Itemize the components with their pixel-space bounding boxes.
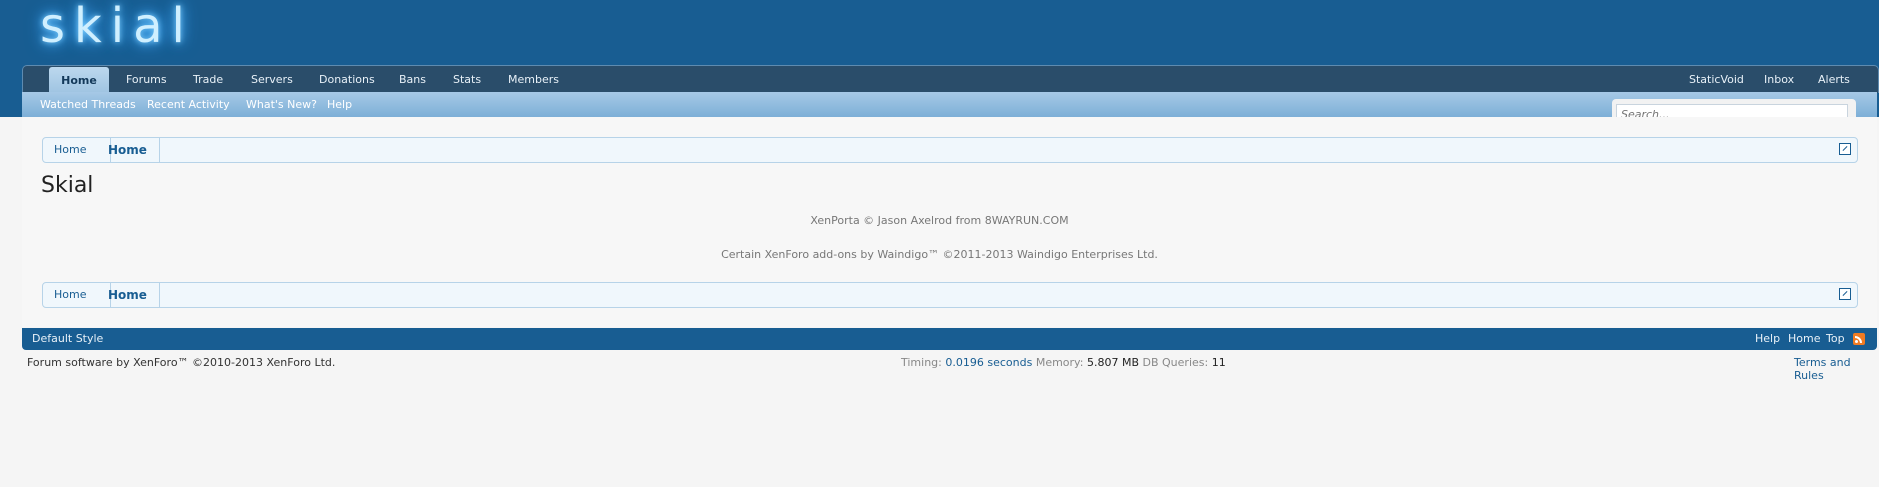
page-title: Skial [41, 173, 94, 198]
tab-forums[interactable]: Forums [126, 66, 167, 93]
site-logo[interactable]: skial [40, 0, 194, 54]
breadcrumb: Home Home [42, 137, 1858, 163]
breadcrumb-separator [149, 283, 160, 307]
account-link[interactable]: StaticVoid [1689, 66, 1744, 93]
timing-label: Timing: [901, 356, 942, 369]
tab-bans[interactable]: Bans [399, 66, 426, 93]
tab-members[interactable]: Members [508, 66, 559, 93]
footer-help-link[interactable]: Help [1755, 328, 1780, 350]
alerts-link[interactable]: Alerts [1818, 66, 1850, 93]
tab-servers[interactable]: Servers [251, 66, 293, 93]
xenporta-credit[interactable]: XenPorta © Jason Axelrod from 8WAYRUN.CO… [0, 214, 1879, 227]
queries-value: 11 [1211, 356, 1226, 369]
breadcrumb-home[interactable]: Home [54, 138, 86, 162]
style-chooser[interactable]: Default Style [32, 328, 103, 350]
footer-bar: Default Style Help Home Top [22, 328, 1877, 350]
memory-value: 5.807 MB [1086, 356, 1140, 369]
whats-new-link[interactable]: What's New? [246, 92, 317, 117]
main-navigation: Home Forums Trade Servers Donations Bans… [22, 65, 1879, 93]
watched-threads-link[interactable]: Watched Threads [40, 92, 136, 117]
queries-label: DB Queries: [1142, 356, 1209, 369]
rss-icon[interactable] [1853, 333, 1865, 345]
breadcrumb-bottom: Home Home [42, 282, 1858, 308]
jump-to-icon[interactable] [1839, 288, 1851, 300]
tab-trade[interactable]: Trade [193, 66, 223, 93]
footer-top-link[interactable]: Top [1826, 328, 1845, 350]
help-link[interactable]: Help [327, 92, 352, 117]
jump-to-icon[interactable] [1839, 143, 1851, 155]
terms-link[interactable]: Terms and Rules [1794, 356, 1879, 382]
tab-donations[interactable]: Donations [319, 66, 375, 93]
breadcrumb-separator [149, 138, 160, 162]
sub-navigation: Watched Threads Recent Activity What's N… [22, 92, 1877, 117]
memory-label: Memory: [1035, 356, 1084, 369]
inbox-link[interactable]: Inbox [1764, 66, 1794, 93]
breadcrumb-home[interactable]: Home [54, 283, 86, 307]
debug-stats: Timing: 0.0196 seconds Memory: 5.807 MB … [901, 356, 1226, 369]
footer-home-link[interactable]: Home [1788, 328, 1820, 350]
timing-value: 0.0196 seconds [945, 356, 1033, 369]
copyright[interactable]: Forum software by XenForo™ ©2010-2013 Xe… [27, 356, 335, 369]
breadcrumb-current[interactable]: Home [108, 283, 147, 307]
tab-stats[interactable]: Stats [453, 66, 481, 93]
waindigo-credit[interactable]: Certain XenForo add-ons by Waindigo™ ©20… [0, 248, 1879, 261]
breadcrumb-current[interactable]: Home [108, 138, 147, 162]
recent-activity-link[interactable]: Recent Activity [147, 92, 230, 117]
tab-home[interactable]: Home [49, 67, 109, 93]
